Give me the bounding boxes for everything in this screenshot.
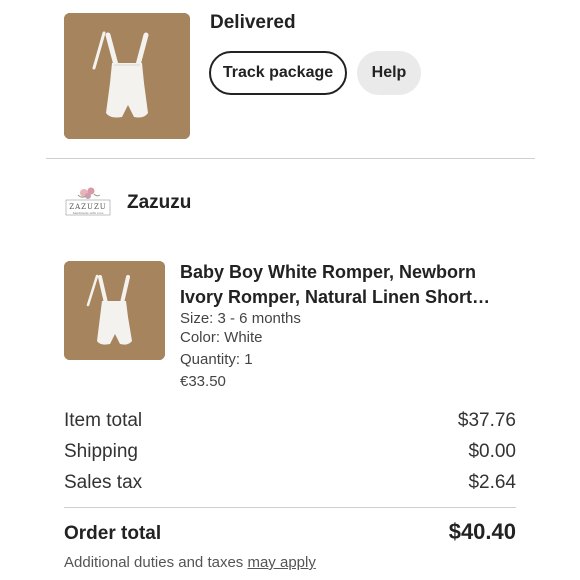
product-photo[interactable] [64,13,190,139]
duties-footnote-text: Additional duties and taxes [64,554,244,571]
shop-name[interactable]: Zazuzu [127,192,191,214]
item-quantity: Quantity: 1 [180,351,253,368]
item-title-line-1: Baby Boy White Romper, Newborn [180,262,477,282]
item-total-label: Item total [64,410,143,431]
sales-tax-value: $2.64 [468,472,516,493]
item-photo[interactable] [64,261,165,360]
item-total-value: $37.76 [457,410,516,431]
track-package-button[interactable]: Track package [209,51,347,95]
may-apply-link[interactable]: may apply [247,554,315,571]
item-title[interactable]: Baby Boy White Romper, Newborn Ivory Rom… [180,260,525,310]
shop-logo-text: ZAZUZU [69,203,106,211]
shop-logo-icon: ZAZUZU handmade with love [65,187,111,216]
item-size: Size: 3 - 6 months [180,310,301,327]
help-button[interactable]: Help [357,51,421,95]
shop-logo[interactable]: ZAZUZU handmade with love [64,183,112,223]
order-page: Delivered Track package Help ZAZUZU hand… [0,0,580,580]
totals-divider [64,507,516,508]
item-price: €33.50 [180,373,226,390]
shipping-value: $0.00 [468,441,516,462]
order-total-value: $40.40 [448,519,516,544]
section-divider [46,158,535,159]
order-total-label: Order total [64,523,162,544]
shop-logo-tagline: handmade with love [73,211,104,215]
romper-product-photo [64,13,190,139]
duties-footnote: Additional duties and taxes may apply [64,554,316,571]
shipping-label: Shipping [64,441,138,462]
sales-tax-label: Sales tax [64,472,143,493]
item-title-line-2: Ivory Romper, Natural Linen Short… [180,287,491,307]
item-color: Color: White [180,329,263,346]
romper-item-photo [64,261,165,360]
delivery-status: Delivered [210,12,296,33]
